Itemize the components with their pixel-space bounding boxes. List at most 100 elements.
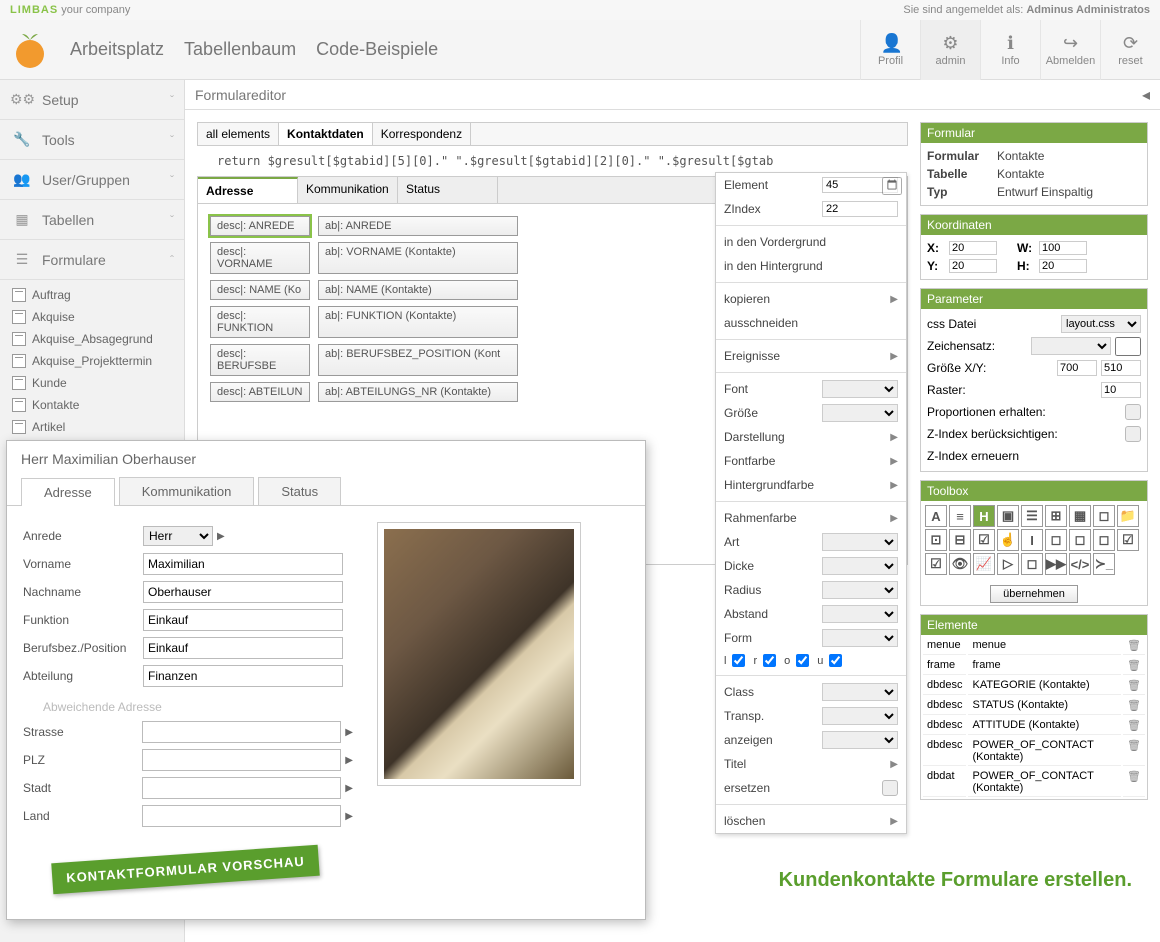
nav-arbeitsplatz[interactable]: Arbeitsplatz <box>70 39 164 60</box>
pv-plz[interactable] <box>142 749 341 771</box>
tool-8[interactable]: 📁 <box>1117 505 1139 527</box>
param-prop-chk[interactable] <box>1125 404 1141 420</box>
pv-nachname[interactable] <box>143 581 343 603</box>
toptab-2[interactable]: Korrespondenz <box>373 123 471 145</box>
form-item-akquise[interactable]: Akquise <box>0 306 184 328</box>
pv-stadt[interactable] <box>142 777 341 799</box>
elem-delete-icon[interactable]: 🗑 <box>1123 737 1145 766</box>
nav-profil[interactable]: 👤Profil <box>860 20 920 80</box>
nav-admin[interactable]: ⚙admin <box>920 20 980 80</box>
ctx-chk-o[interactable] <box>796 654 809 667</box>
nav-tabellenbaum[interactable]: Tabellenbaum <box>184 39 296 60</box>
pv-abteilung[interactable] <box>143 665 343 687</box>
tool-5[interactable]: ⊞ <box>1045 505 1067 527</box>
desc-box[interactable]: desc|: ANREDE <box>210 216 310 236</box>
tool-13[interactable]: I <box>1021 529 1043 551</box>
ctx-cut[interactable]: ausschneiden <box>716 311 906 335</box>
ctx-art-select[interactable] <box>822 533 898 551</box>
param-charset-select[interactable] <box>1031 337 1111 355</box>
ctx-title[interactable]: Titel▶ <box>716 752 906 776</box>
param-zren[interactable]: Z-Index erneuern <box>927 449 1141 463</box>
tool-24[interactable]: </> <box>1069 553 1091 575</box>
ctx-delete[interactable]: löschen▶ <box>716 809 906 833</box>
desc-box[interactable]: desc|: BERUFSBE <box>210 344 310 376</box>
koord-y[interactable] <box>949 259 997 273</box>
pv-funktion[interactable] <box>143 609 343 631</box>
tool-1[interactable]: ≡ <box>949 505 971 527</box>
ctx-chk-l[interactable] <box>732 654 745 667</box>
param-sizey[interactable] <box>1101 360 1141 376</box>
ctx-bordercolor[interactable]: Rahmenfarbe▶ <box>716 506 906 530</box>
param-raster[interactable] <box>1101 382 1141 398</box>
desc-box[interactable]: desc|: NAME (Ko <box>210 280 310 300</box>
tool-15[interactable]: ◻ <box>1069 529 1091 551</box>
pv-land[interactable] <box>142 805 341 827</box>
ctx-display[interactable]: Darstellung▶ <box>716 425 906 449</box>
ab-box[interactable]: ab|: BERUFSBEZ_POSITION (Kont <box>318 344 518 376</box>
ctx-size-select[interactable] <box>822 404 898 422</box>
form-item-kunde[interactable]: Kunde <box>0 372 184 394</box>
ctx-replace-chk[interactable] <box>882 780 898 796</box>
ctx-background[interactable]: in den Hintergrund <box>716 254 906 278</box>
form-item-akquise_absagegrund[interactable]: Akquise_Absagegrund <box>0 328 184 350</box>
tool-7[interactable]: ◻ <box>1093 505 1115 527</box>
ctx-class-select[interactable] <box>822 683 898 701</box>
elem-delete-icon[interactable]: 🗑 <box>1123 717 1145 735</box>
elem-delete-icon[interactable]: 🗑 <box>1123 657 1145 675</box>
tool-6[interactable]: ▦ <box>1069 505 1091 527</box>
date-input[interactable] <box>882 177 902 195</box>
elem-delete-icon[interactable]: 🗑 <box>1123 677 1145 695</box>
sidegroup-setup[interactable]: ⚙⚙Setupˇ <box>0 80 184 120</box>
canvas-tab-0[interactable]: Adresse <box>198 177 298 203</box>
ctx-chk-u[interactable] <box>829 654 842 667</box>
ctx-zindex-input[interactable] <box>822 201 898 217</box>
tool-23[interactable]: ▶▶ <box>1045 553 1067 575</box>
pv-strasse[interactable] <box>142 721 341 743</box>
tool-4[interactable]: ☰ <box>1021 505 1043 527</box>
tool-3[interactable]: ▣ <box>997 505 1019 527</box>
tool-20[interactable]: 📈 <box>973 553 995 575</box>
tool-12[interactable]: ☝ <box>997 529 1019 551</box>
ab-box[interactable]: ab|: ANREDE <box>318 216 518 236</box>
preview-tab-0[interactable]: Adresse <box>21 478 115 506</box>
nav-info[interactable]: ℹInfo <box>980 20 1040 80</box>
sidegroup-tabellen[interactable]: ▦Tabellenˇ <box>0 200 184 240</box>
ctx-form-select[interactable] <box>822 629 898 647</box>
ctx-transp-select[interactable] <box>822 707 898 725</box>
nav-reset[interactable]: ⟳reset <box>1100 20 1160 80</box>
ctx-fontcolor[interactable]: Fontfarbe▶ <box>716 449 906 473</box>
form-item-akquise_projekttermin[interactable]: Akquise_Projekttermin <box>0 350 184 372</box>
koord-x[interactable] <box>949 241 997 255</box>
desc-box[interactable]: desc|: FUNKTION <box>210 306 310 338</box>
nav-code-beispiele[interactable]: Code-Beispiele <box>316 39 438 60</box>
tool-16[interactable]: ◻ <box>1093 529 1115 551</box>
pv-vorname[interactable] <box>143 553 343 575</box>
param-charset-extra[interactable] <box>1115 337 1141 356</box>
param-sizex[interactable] <box>1057 360 1097 376</box>
ctx-font-select[interactable] <box>822 380 898 398</box>
elem-delete-icon[interactable]: 🗑 <box>1123 697 1145 715</box>
canvas-tab-1[interactable]: Kommunikation <box>298 177 398 203</box>
tool-2[interactable]: H <box>973 505 995 527</box>
koord-w[interactable] <box>1039 241 1087 255</box>
koord-h[interactable] <box>1039 259 1087 273</box>
ab-box[interactable]: ab|: NAME (Kontakte) <box>318 280 518 300</box>
pv-anrede[interactable]: Herr <box>143 526 213 546</box>
ctx-radius-select[interactable] <box>822 581 898 599</box>
toptab-1[interactable]: Kontaktdaten <box>279 123 373 145</box>
ctx-abstand-select[interactable] <box>822 605 898 623</box>
preview-tab-2[interactable]: Status <box>258 477 341 505</box>
tool-21[interactable]: ▷ <box>997 553 1019 575</box>
canvas-tab-2[interactable]: Status <box>398 177 498 203</box>
tool-17[interactable]: ☑ <box>1117 529 1139 551</box>
tool-10[interactable]: ⊟ <box>949 529 971 551</box>
ctx-chk-r[interactable] <box>763 654 776 667</box>
sidegroup-formulare[interactable]: ☰Formulareˆ <box>0 240 184 280</box>
nav-abmelden[interactable]: ↪Abmelden <box>1040 20 1100 80</box>
tool-22[interactable]: ◻ <box>1021 553 1043 575</box>
preview-tab-1[interactable]: Kommunikation <box>119 477 255 505</box>
form-item-kontakte[interactable]: Kontakte <box>0 394 184 416</box>
param-css-select[interactable]: layout.css <box>1061 315 1141 333</box>
sidegroup-user/gruppen[interactable]: 👥User/Gruppenˇ <box>0 160 184 200</box>
tool-11[interactable]: ☑ <box>973 529 995 551</box>
